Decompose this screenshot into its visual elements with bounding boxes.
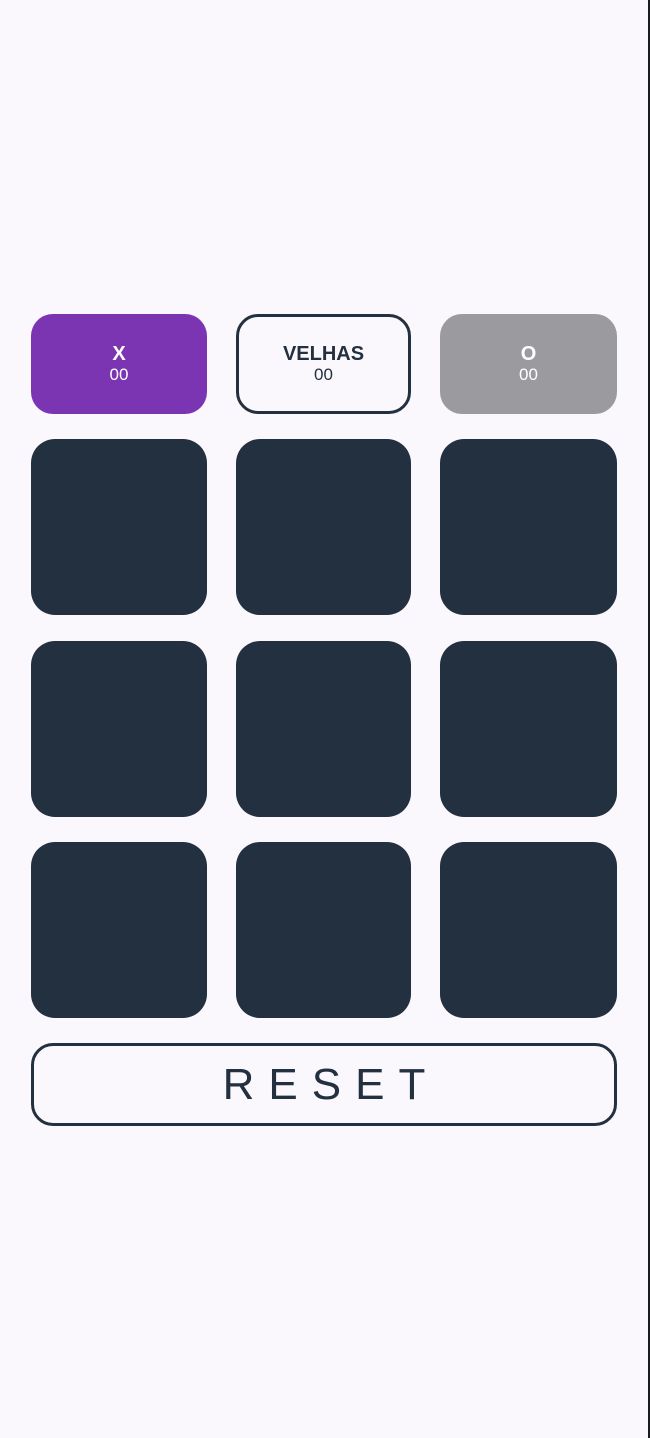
reset-button[interactable]: RESET bbox=[31, 1043, 617, 1126]
o-score-card: O 00 bbox=[440, 314, 617, 414]
board-cell-5[interactable] bbox=[236, 641, 411, 817]
board-cell-6[interactable] bbox=[440, 641, 617, 817]
draw-score-label: VELHAS bbox=[282, 343, 365, 365]
o-score-label: O bbox=[520, 343, 537, 365]
draw-score-value: 00 bbox=[314, 365, 333, 384]
board-cell-8[interactable] bbox=[236, 842, 411, 1018]
x-score-label: X bbox=[112, 343, 126, 365]
draw-score-card: VELHAS 00 bbox=[236, 314, 411, 414]
x-score-card: X 00 bbox=[31, 314, 207, 414]
o-score-value: 00 bbox=[519, 365, 538, 384]
board-cell-3[interactable] bbox=[440, 439, 617, 615]
board-cell-7[interactable] bbox=[31, 842, 207, 1018]
board-cell-1[interactable] bbox=[31, 439, 207, 615]
x-score-value: 00 bbox=[109, 365, 129, 384]
board-cell-4[interactable] bbox=[31, 641, 207, 817]
board-cell-9[interactable] bbox=[440, 842, 617, 1018]
board-cell-2[interactable] bbox=[236, 439, 411, 615]
reset-button-label: RESET bbox=[222, 1059, 440, 1109]
